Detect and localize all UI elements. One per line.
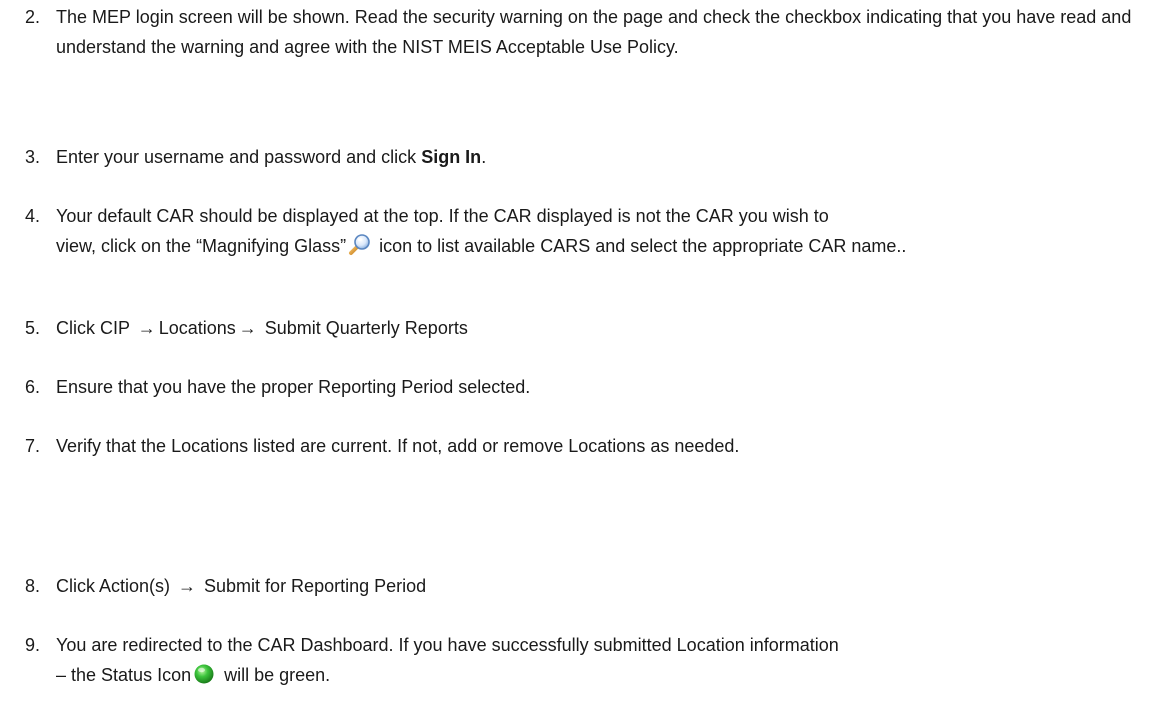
step-text-part: Submit for Reporting Period [199, 576, 427, 596]
step-text-part: Submit Quarterly Reports [259, 318, 468, 338]
step-text-part: Enter your username and password and cli… [56, 147, 422, 167]
sign-in-label: Sign In [421, 147, 482, 167]
right-arrow-icon: → [137, 318, 156, 338]
step-text: Your default CAR should be displayed at … [56, 201, 1146, 261]
right-arrow-icon: → [178, 576, 197, 596]
step-text-part: Click Action(s) [56, 576, 176, 596]
right-arrow-icon: → [238, 318, 257, 338]
step-text-line: Your default CAR should be displayed at … [56, 206, 829, 226]
step-text: You are redirected to the CAR Dashboard.… [56, 630, 1146, 690]
step-number: 8. [25, 576, 41, 596]
instructions-document: 2. The MEP login screen will be shown. R… [0, 0, 1161, 719]
step-text: Verify that the Locations listed are cur… [56, 436, 740, 456]
step-text: Enter your username and password and cli… [56, 142, 1146, 172]
step-text: The MEP login screen will be shown. Read… [56, 7, 1132, 57]
step-text: Click Action(s) → Submit for Reporting P… [56, 571, 1146, 601]
step-text-part: will be green. [219, 665, 331, 685]
step-text-part: icon to list available CARS and select t… [374, 236, 907, 256]
step-text-part: . [481, 147, 487, 167]
step-text-part: Locations [158, 318, 236, 338]
step-text-part: – the Status Icon [56, 665, 192, 685]
step-number: 4. [25, 206, 41, 226]
step-number: 9. [25, 635, 41, 655]
step-text-line: – the Status Icon will be green. [56, 660, 1146, 690]
step-number: 6. [25, 377, 41, 397]
step-text: Ensure that you have the proper Reportin… [56, 377, 531, 397]
step-text-part: view, click on the “Magnifying Glass” [56, 236, 347, 256]
step-text-line: You are redirected to the CAR Dashboard.… [56, 635, 839, 655]
green-status-icon [193, 663, 215, 685]
step-number: 2. [25, 7, 41, 27]
step-text: Click CIP → Locations → Submit Quarterly R… [56, 313, 1146, 343]
step-number: 5. [25, 318, 41, 338]
step-text-part: Click CIP [56, 318, 135, 338]
step-number: 3. [25, 147, 41, 167]
magnifying-glass-icon [348, 232, 372, 256]
step-number: 7. [25, 436, 41, 456]
step-text-line: view, click on the “Magnifying Glass” ic… [56, 231, 1146, 261]
